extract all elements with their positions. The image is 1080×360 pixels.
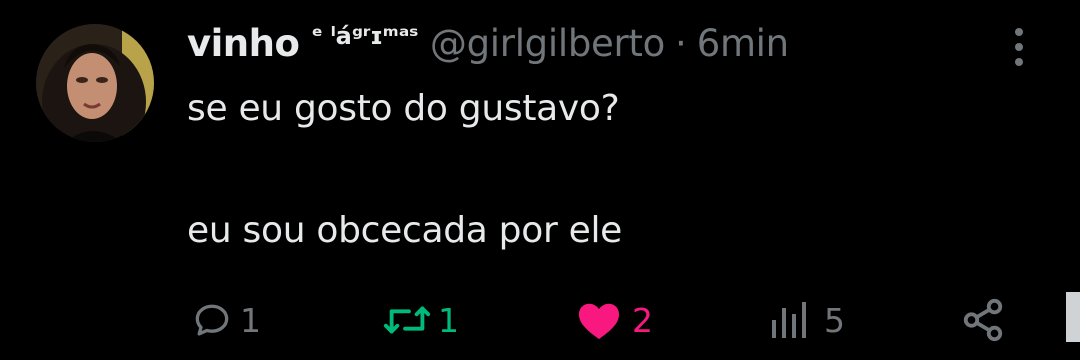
share-icon (963, 298, 1003, 342)
more-vertical-icon[interactable] (1010, 28, 1030, 66)
retweet-count: 1 (438, 300, 459, 340)
display-name[interactable]: vinho (187, 22, 300, 65)
more-dot (1015, 28, 1023, 36)
views-button[interactable]: 5 (770, 288, 845, 352)
heart-filled-icon (578, 303, 620, 340)
reply-count: 1 (240, 300, 261, 340)
tweet-text-line-1: se eu gosto do gustavo? (187, 88, 620, 129)
tweet-text-line-2: eu sou obcecada por ele (187, 210, 622, 251)
more-dot (1015, 43, 1023, 51)
tweet-header: vinho ᵉ ˡáᵍʳɪᵐᵃˢ @girlgilberto · 6min (187, 22, 789, 78)
like-button[interactable]: 2 (576, 288, 653, 352)
retweet-icon (383, 306, 431, 334)
retweet-button[interactable]: 1 (382, 288, 459, 352)
edge-bar (1066, 292, 1080, 342)
avatar[interactable] (36, 24, 154, 142)
user-handle[interactable]: @girlgilberto (430, 22, 665, 65)
display-name-suffix[interactable]: ᵉ ˡáᵍʳɪᵐᵃˢ (311, 22, 418, 50)
views-count: 5 (824, 300, 845, 340)
tweet[interactable]: vinho ᵉ ˡáᵍʳɪᵐᵃˢ @girlgilberto · 6min se… (0, 0, 1080, 360)
more-dot (1015, 58, 1023, 66)
separator-dot: · (674, 22, 687, 65)
reply-button[interactable]: 1 (190, 288, 261, 352)
timestamp[interactable]: 6min (697, 22, 789, 65)
action-bar: 1 1 2 5 (0, 288, 1080, 352)
views-icon (772, 302, 806, 338)
avatar-image (36, 24, 154, 142)
like-count: 2 (632, 300, 653, 340)
share-button[interactable] (960, 288, 1006, 352)
reply-icon (195, 304, 229, 336)
